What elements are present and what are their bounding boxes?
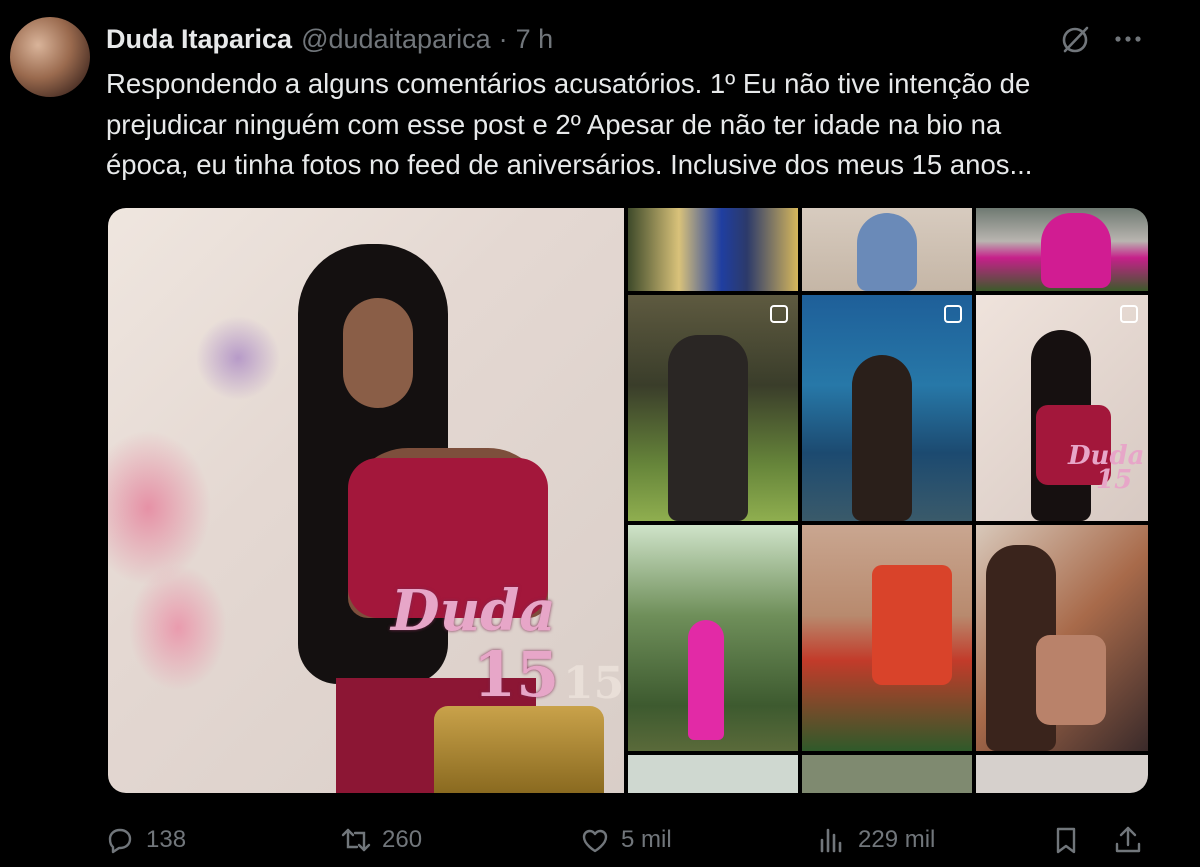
author-avatar[interactable] — [10, 17, 90, 97]
reply-count: 138 — [146, 826, 187, 853]
like-icon — [582, 829, 608, 853]
feed-photo — [802, 525, 972, 751]
tweet-media[interactable]: Duda 15 15 Duda 15 — [108, 208, 1148, 793]
feed-photo — [628, 525, 798, 751]
feed-photo: Duda 15 — [976, 295, 1148, 521]
separator-dot: · — [498, 23, 508, 54]
bookmark-icon — [1056, 827, 1076, 854]
like-count: 5 mil — [621, 826, 672, 853]
tweet-text-line: época, eu tinha fotos no feed de anivers… — [106, 149, 1033, 180]
author-name[interactable]: Duda Itaparica — [106, 24, 292, 55]
feed-photo — [802, 755, 972, 793]
multiple-photos-icon — [770, 305, 788, 323]
repost-count: 260 — [382, 826, 423, 853]
birthday-cake — [434, 706, 604, 793]
tweet-header: Duda Itaparica @dudaitaparica · 7 h — [106, 22, 553, 56]
grok-icon[interactable] — [1058, 22, 1092, 56]
more-icon[interactable] — [1110, 24, 1146, 54]
photo-figure — [343, 298, 413, 408]
bookmark-button[interactable] — [1050, 820, 1082, 860]
share-button[interactable] — [1112, 820, 1144, 860]
feed-photo — [976, 208, 1148, 291]
reply-button[interactable]: 138 — [104, 820, 186, 860]
tweet-text-line: Respondendo a alguns comentários acusató… — [106, 68, 1031, 99]
feed-photo — [628, 755, 798, 793]
reply-icon — [108, 828, 132, 854]
views-button[interactable]: 229 mil — [816, 820, 935, 860]
author-handle[interactable]: @dudaitaparica — [301, 24, 491, 55]
share-icon — [1115, 826, 1141, 853]
repost-button[interactable]: 260 — [340, 820, 422, 860]
side-number: 15 — [563, 658, 625, 709]
feed-photo — [802, 295, 972, 521]
feed-photo — [628, 295, 798, 521]
tweet-actions: 138 260 5 mil 229 mil — [104, 820, 1150, 860]
repost-icon — [341, 828, 371, 852]
birthday-photo[interactable]: Duda 15 15 — [108, 208, 624, 793]
cake-topper-number: 15 — [473, 638, 560, 711]
feed-photo — [976, 755, 1148, 793]
feed-photo — [628, 208, 798, 291]
multiple-photos-icon — [944, 305, 962, 323]
views-icon — [820, 828, 842, 853]
grid-topper-number: 15 — [1096, 465, 1133, 495]
tweet-text-line: prejudicar ninguém com esse post e 2º Ap… — [106, 108, 1002, 140]
tweet-text: Respondendo a alguns comentários acusató… — [106, 64, 1166, 186]
cake-topper-name: Duda — [391, 578, 556, 644]
multiple-photos-icon — [1120, 305, 1138, 323]
tweet-time[interactable]: 7 h — [516, 24, 554, 55]
like-button[interactable]: 5 mil — [579, 820, 672, 860]
feed-photo — [802, 208, 972, 291]
views-count: 229 mil — [858, 826, 936, 853]
feed-photo — [976, 525, 1148, 751]
profile-feed-screenshot[interactable]: Duda 15 — [628, 208, 1148, 793]
